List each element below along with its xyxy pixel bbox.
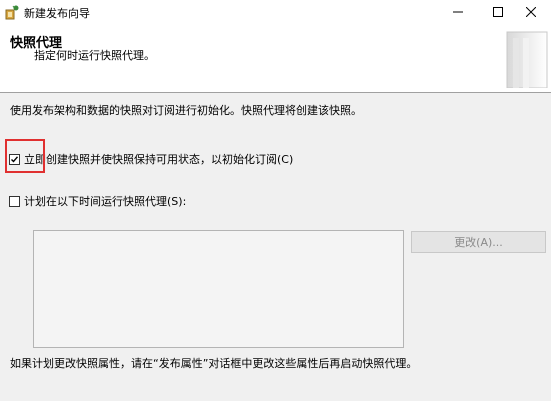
immediate-snapshot-option[interactable]: 立即创建快照并使快照保持可用状态，以初始化订阅(C) [9, 151, 293, 167]
wizard-app-icon [4, 4, 20, 20]
maximize-icon [493, 7, 503, 17]
wizard-banner-graphic [503, 28, 551, 89]
highlight-box [5, 139, 45, 173]
minimize-button[interactable] [438, 0, 478, 24]
close-icon [526, 7, 536, 17]
schedule-description-box [33, 230, 404, 348]
schedule-snapshot-label: 计划在以下时间运行快照代理(S): [24, 195, 187, 208]
immediate-snapshot-label: 立即创建快照并使快照保持可用状态，以初始化订阅(C) [24, 153, 294, 166]
window-title: 新建发布向导 [24, 7, 90, 20]
minimize-icon [453, 11, 463, 13]
schedule-snapshot-checkbox[interactable] [9, 195, 20, 207]
wizard-header: 快照代理 指定何时运行快照代理。 [0, 24, 551, 93]
wizard-description: 使用发布架构和数据的快照对订阅进行初始化。快照代理将创建该快照。 [10, 104, 362, 117]
close-button[interactable] [511, 0, 551, 24]
schedule-snapshot-option[interactable]: 计划在以下时间运行快照代理(S): [9, 193, 186, 209]
change-schedule-button[interactable]: 更改(A)... [411, 231, 546, 253]
title-bar: 新建发布向导 [0, 0, 551, 24]
footer-note: 如果计划更改快照属性，请在“发布属性”对话框中更改这些属性后再启动快照代理。 [10, 357, 418, 370]
page-subtitle: 指定何时运行快照代理。 [34, 49, 155, 62]
